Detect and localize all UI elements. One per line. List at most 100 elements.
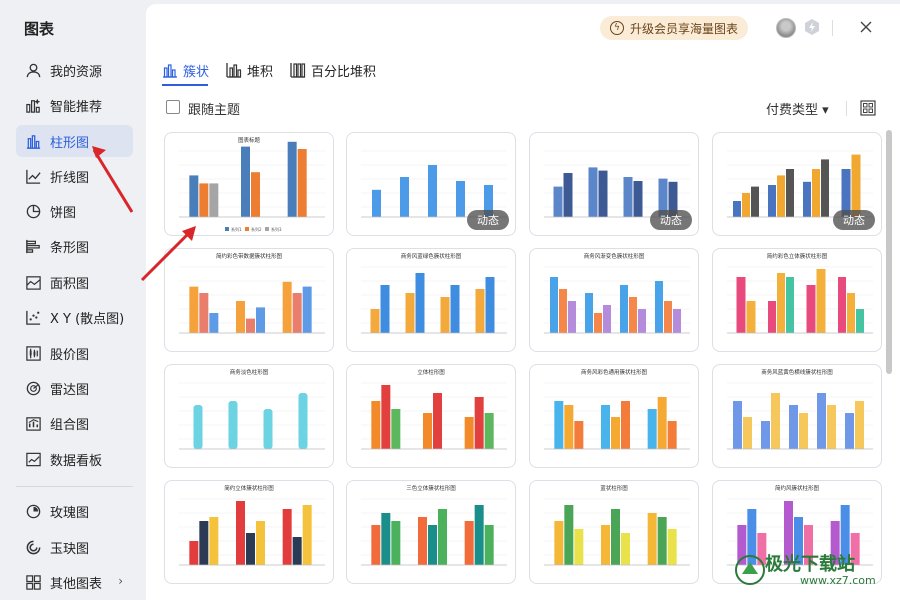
thumbnail-bar — [601, 405, 610, 449]
tab-percent-stacked[interactable]: 百分比堆积 — [290, 60, 376, 80]
thumbnail-bar — [189, 175, 199, 217]
thumbnail-legend-label: 系列2 — [251, 226, 262, 232]
thumbnail-bar — [236, 501, 245, 565]
combo-chart-icon — [24, 414, 42, 432]
thumbnail-bar — [391, 409, 401, 449]
thumbnail-bar — [743, 417, 752, 449]
sidebar-item-ring-chart[interactable]: 玉玦图 — [16, 531, 133, 563]
thumbnail-bar — [550, 277, 558, 333]
thumbnail-bar — [438, 509, 447, 565]
thumbnail-bar — [667, 529, 677, 565]
thumbnail-bar — [246, 533, 255, 565]
thumbnail-title: 三色立体簇状柱形图 — [406, 484, 456, 492]
thumbnail-legend-label: 系列3 — [271, 226, 282, 232]
thumbnail-bar — [594, 313, 602, 333]
watermark-url: www.xz7.com — [800, 574, 876, 587]
thumbnail-bar — [381, 385, 391, 449]
sidebar-title: 图表 — [24, 20, 55, 38]
chart-template-card[interactable]: 简约彩色立体簇状柱形图 — [712, 248, 882, 352]
thumbnail-bar — [633, 181, 643, 217]
filter-divider — [846, 101, 847, 116]
thumbnail-bar — [193, 405, 203, 449]
horizontal-bar-icon — [24, 237, 42, 255]
dynamic-badge: 动态 — [650, 210, 692, 230]
thumbnail-title: 图表标题 — [238, 136, 261, 144]
thumbnail-bar — [746, 301, 756, 333]
thumbnail-bar — [428, 165, 437, 217]
chart-thumbnail: 简约彩色立体簇状柱形图 — [727, 252, 873, 334]
chart-template-card[interactable]: 商务风蓝绿色簇状柱形图 — [346, 248, 516, 352]
thumbnail-bar — [282, 281, 292, 333]
chart-thumbnail: 商务风渐变色簇状柱形图 — [544, 252, 690, 334]
chart-template-card[interactable]: 商务风彩色通用簇状柱形图 — [529, 364, 699, 468]
thumbnail-bar — [241, 146, 250, 217]
chart-template-card[interactable]: 商务淡色柱形图 — [164, 364, 334, 468]
scrollbar[interactable] — [886, 130, 892, 374]
vip-badge-icon[interactable] — [803, 18, 821, 36]
sidebar-item-other-charts[interactable]: 其他图表 › — [16, 566, 133, 598]
thumbnail-bar — [370, 309, 380, 333]
chart-template-card[interactable]: 动态 — [529, 132, 699, 236]
sidebar-item-combo-chart[interactable]: 组合图 — [16, 407, 133, 439]
radar-chart-icon — [24, 379, 42, 397]
chart-template-card[interactable]: 动态 — [712, 132, 882, 236]
thumbnail-bar — [199, 521, 209, 565]
chart-template-card[interactable]: 立体柱形图 — [346, 364, 516, 468]
thumbnail-bar — [484, 525, 494, 565]
chart-thumbnail: 简约立体簇状柱形图 — [179, 484, 325, 566]
sidebar-item-scatter[interactable]: X Y (散点图) — [16, 301, 133, 333]
thumbnail-bar — [629, 297, 637, 333]
chart-template-card[interactable]: 商务风渐变色簇状柱形图 — [529, 248, 699, 352]
lightning-icon: ϟ — [610, 21, 624, 35]
thumbnail-bar — [474, 397, 484, 449]
sidebar-item-smart-recommend[interactable]: 智能推荐 — [16, 89, 133, 121]
tab-clustered[interactable]: 簇状 — [162, 60, 209, 80]
thumbnail-bar — [372, 189, 381, 217]
chart-template-card[interactable]: 商务风蓝黄色横线簇状柱形图 — [712, 364, 882, 468]
sidebar-item-label: 条形图 — [50, 240, 90, 256]
sidebar-item-label: 玫瑰图 — [50, 505, 90, 521]
thumbnail-bar — [817, 393, 826, 449]
thumbnail-bar — [209, 313, 219, 333]
thumbnail-bar — [256, 521, 265, 565]
thumbnail-bar — [209, 183, 219, 217]
thumbnail-bar — [282, 509, 292, 565]
grid-view-icon[interactable] — [860, 100, 876, 116]
thumbnail-title: 简约风簇状柱形图 — [775, 484, 820, 492]
sidebar-item-bar-chart[interactable]: 条形图 — [16, 230, 133, 262]
thumbnail-bar — [777, 273, 785, 333]
tab-stacked[interactable]: 堆积 — [226, 60, 273, 80]
sidebar-item-label: 雷达图 — [50, 382, 90, 398]
thumbnail-bar — [484, 413, 494, 449]
thumbnail-bar — [655, 281, 663, 333]
paid-type-dropdown[interactable]: 付费类型 ▾ — [766, 99, 829, 118]
thumbnail-bar — [786, 169, 794, 217]
chart-template-card[interactable]: 三色立体簇状柱形图 — [346, 480, 516, 584]
thumbnail-bar — [803, 181, 811, 217]
sidebar-item-area-chart[interactable]: 面积图 — [16, 266, 133, 298]
header-divider — [832, 20, 833, 36]
area-chart-icon — [24, 273, 42, 291]
thumbnail-bar — [574, 529, 584, 565]
chart-template-card[interactable]: 动态 — [346, 132, 516, 236]
sidebar-item-stock-chart[interactable]: 股价图 — [16, 337, 133, 369]
upgrade-membership-button[interactable]: ϟ 升级会员享海量图表 — [600, 16, 748, 40]
avatar[interactable] — [776, 18, 796, 38]
tab-label: 堆积 — [247, 64, 274, 80]
thumbnail-bar — [189, 286, 199, 333]
chart-template-card[interactable]: 蓝状柱形图 — [529, 480, 699, 584]
thumbnail-bar — [768, 301, 776, 333]
thumbnail-bar — [603, 305, 611, 333]
sidebar-item-rose-chart[interactable]: 玫瑰图 — [16, 495, 133, 527]
thumbnail-bar — [638, 309, 646, 333]
sidebar-item-radar-chart[interactable]: 雷达图 — [16, 372, 133, 404]
sidebar-item-dashboard[interactable]: 数据看板 — [16, 443, 133, 475]
thumbnail-bar — [733, 201, 741, 217]
follow-theme-checkbox[interactable] — [166, 100, 180, 114]
thumbnail-bar — [428, 525, 437, 565]
chart-template-card[interactable]: 简约立体簇状柱形图 — [164, 480, 334, 584]
thumbnail-title: 简约彩色带数据簇状柱形图 — [216, 252, 283, 260]
main-panel: ϟ 升级会员享海量图表 簇状 堆积 百分比堆积 跟随主题 付费类型 ▾ 图表标题… — [146, 4, 900, 600]
close-button[interactable] — [856, 17, 876, 37]
sidebar-item-my-resources[interactable]: 我的资源 — [16, 54, 133, 86]
